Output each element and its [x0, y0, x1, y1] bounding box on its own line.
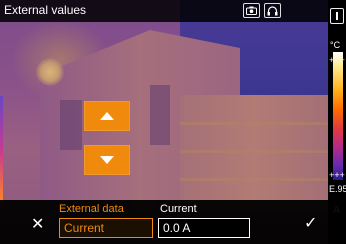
facade-stripe — [180, 178, 328, 181]
confirm-check-icon[interactable]: ✓ — [304, 213, 317, 233]
current-value-field[interactable]: 0.0 A — [158, 218, 250, 238]
camera-icon[interactable] — [243, 3, 260, 18]
page-title: External values — [4, 3, 87, 17]
heat-spot — [36, 58, 64, 86]
facade-stripe — [180, 150, 328, 153]
external-data-label: External data — [59, 203, 124, 215]
unit-label: °C — [330, 40, 341, 50]
close-icon[interactable]: ✕ — [31, 214, 44, 234]
title-bar: External values — [0, 0, 328, 22]
arrow-down-button[interactable] — [84, 145, 130, 175]
info-icon[interactable] — [330, 8, 344, 24]
arrow-up-icon — [100, 112, 114, 120]
emissivity-label: E.95 — [329, 184, 346, 194]
color-scale-bar — [333, 52, 343, 180]
edge-gradient — [0, 96, 3, 206]
arrow-down-icon — [100, 156, 114, 164]
window — [150, 85, 170, 145]
arrow-up-button[interactable] — [84, 101, 130, 131]
external-data-select[interactable]: Current — [59, 218, 153, 238]
current-label: Current — [160, 203, 197, 215]
facade-stripe — [180, 122, 328, 125]
window — [60, 100, 82, 150]
headset-icon[interactable] — [264, 3, 281, 18]
scale-marks-bottom: +++ — [329, 170, 345, 180]
